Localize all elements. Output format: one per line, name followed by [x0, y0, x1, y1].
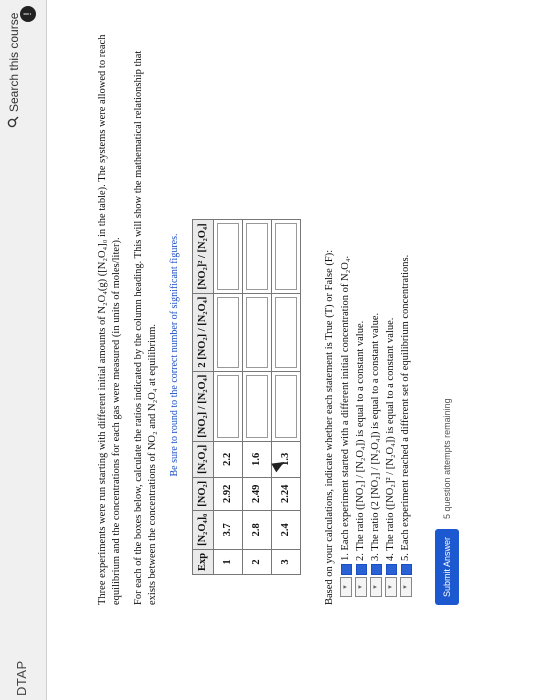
answer-box-ratio-2[interactable]: [213, 293, 243, 372]
header-ratio-3: [NO₂]² / [N₂O₄]: [192, 219, 214, 294]
tf-select[interactable]: ▾: [340, 577, 352, 597]
answer-box-ratio-2[interactable]: [242, 293, 272, 372]
answer-box-ratio-2[interactable]: [271, 293, 301, 372]
answer-box-ratio-1[interactable]: [213, 371, 243, 442]
checkbox-icon: [340, 564, 352, 575]
statement-row: ▾ 1. Each experiment started with a diff…: [339, 25, 353, 597]
table-row: 2 2.8 2.49 1.6: [242, 219, 272, 575]
page-canvas: DTAP Search this course ! Three experime…: [0, 0, 543, 700]
tf-select[interactable]: ▾: [400, 577, 412, 597]
cell-n2o4-initial: 3.7: [213, 510, 243, 550]
problem-intro: Three experiments were run starting with…: [97, 34, 122, 605]
header-ratio-2: 2 [NO₂] / [N₂O₄]: [192, 293, 214, 372]
statement-row: ▾ 4. The ratio ([NO₂]² / [N₂O₄]) is equa…: [384, 25, 398, 597]
tf-select[interactable]: ▾: [370, 577, 382, 597]
cell-n2o4-initial: 2.4: [271, 510, 301, 550]
table-row: 1 3.7 2.92 2.2: [213, 219, 243, 575]
cell-n2o4-initial: 2.8: [242, 510, 272, 550]
header-n2o4-initial: [N₂O₄]₀: [192, 510, 214, 550]
cell-no2: 2.49: [242, 477, 272, 511]
tf-select[interactable]: ▾: [385, 577, 397, 597]
table-header-row: Exp [N₂O₄]₀ [NO₂] [N₂O₄] [NO₂] / [N₂O₄] …: [192, 219, 214, 575]
answer-box-ratio-1[interactable]: [271, 371, 301, 442]
tf-instructions: Based on your calculations, indicate whe…: [324, 249, 335, 605]
statement-row: ▾ 2. The ratio ([NO₂] / [N₂O₄]) is equal…: [354, 25, 368, 597]
footer: Submit Answer 5 question attempts remain…: [435, 25, 459, 605]
search-input[interactable]: Search this course: [7, 13, 21, 112]
statement-text: 3. The ratio (2 [NO₂] / [N₂O₄]) is equal…: [370, 312, 381, 561]
answer-box-ratio-3[interactable]: [242, 219, 272, 294]
header-exp: Exp: [192, 549, 214, 575]
submit-answer-button[interactable]: Submit Answer: [435, 528, 459, 605]
statement-text: 5. Each experiment reached a different s…: [400, 254, 411, 561]
checkbox-icon: [355, 564, 367, 575]
attempts-remaining: 5 question attempts remaining: [442, 398, 452, 519]
problem-instructions: For each of the boxes below, calculate t…: [133, 50, 158, 605]
answer-box-ratio-3[interactable]: [271, 219, 301, 294]
question-content: Three experiments were run starting with…: [96, 25, 459, 605]
cell-exp: 3: [271, 549, 301, 575]
cell-no2: 2.92: [213, 477, 243, 511]
cell-n2o4: 2.2: [213, 441, 243, 478]
search-icon: [7, 116, 22, 128]
header-n2o4: [N₂O₄]: [192, 441, 214, 478]
statement-text: 1. Each experiment started with a differ…: [340, 255, 351, 561]
statement-row: ▾ 5. Each experiment reached a different…: [399, 25, 413, 597]
brand-label: DTAP: [14, 660, 29, 696]
cell-exp: 1: [213, 549, 243, 575]
statement-text: 2. The ratio ([NO₂] / [N₂O₄]) is equal t…: [355, 320, 366, 561]
data-table: Exp [N₂O₄]₀ [NO₂] [N₂O₄] [NO₂] / [N₂O₄] …: [192, 219, 301, 575]
cell-exp: 2: [242, 549, 272, 575]
answer-box-ratio-1[interactable]: [242, 371, 272, 442]
header-ratio-1: [NO₂] / [N₂O₄]: [192, 371, 214, 442]
tf-select[interactable]: ▾: [355, 577, 367, 597]
search-box[interactable]: Search this course: [5, 0, 23, 128]
statement-text: 4. The ratio ([NO₂]² / [N₂O₄]) is equal …: [385, 317, 396, 561]
checkbox-icon: [370, 564, 382, 575]
cell-n2o4: 1.6: [242, 441, 272, 478]
table-row: 3 2.4 2.24 1.3: [271, 219, 301, 575]
header-no2: [NO₂]: [192, 477, 214, 511]
statement-row: ▾ 3. The ratio (2 [NO₂] / [N₂O₄]) is equ…: [369, 25, 383, 597]
checkbox-icon: [385, 564, 397, 575]
top-bar: DTAP Search this course !: [0, 0, 47, 700]
answer-box-ratio-3[interactable]: [213, 219, 243, 294]
info-icon[interactable]: !: [20, 6, 36, 22]
rounding-note: Be sure to round to the correct number o…: [169, 233, 180, 477]
cell-no2: 2.24: [271, 477, 301, 511]
checkbox-icon: [400, 564, 412, 575]
